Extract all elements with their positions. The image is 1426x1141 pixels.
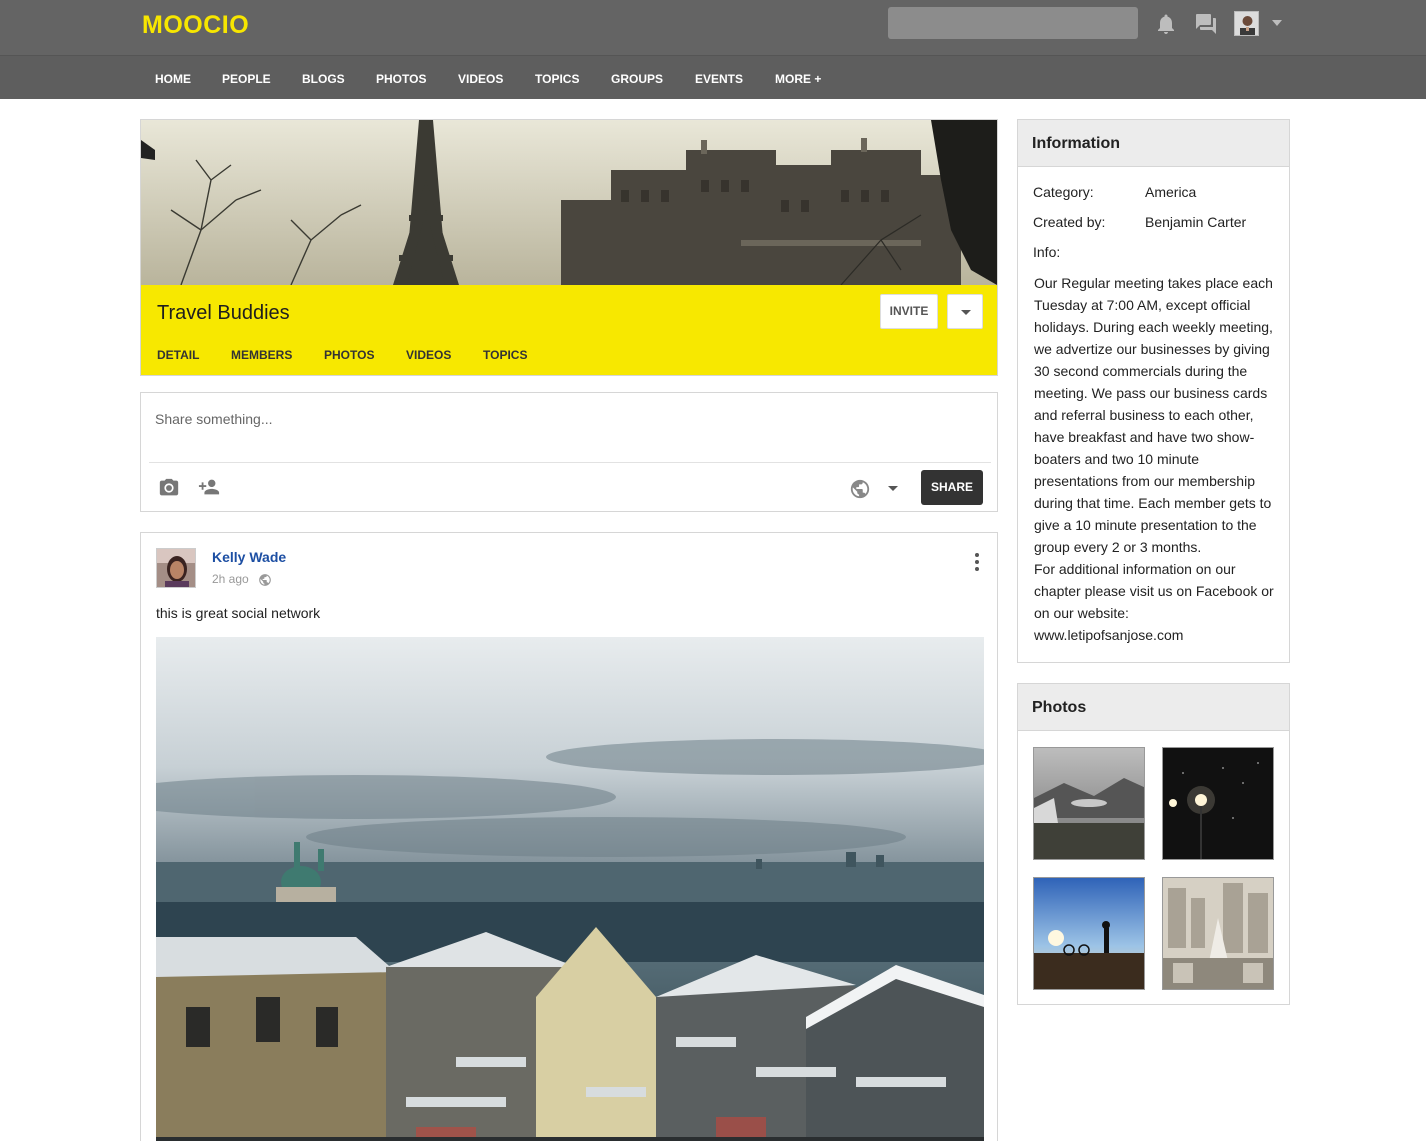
nav-item-more[interactable]: MORE + [775, 72, 821, 86]
nav-item-people[interactable]: PEOPLE [222, 72, 271, 86]
nav-item-topics[interactable]: TOPICS [535, 72, 579, 86]
search-input[interactable] [888, 7, 1138, 39]
more-vertical-icon[interactable] [969, 551, 985, 573]
post-text: this is great social network [156, 605, 321, 621]
group-title-bar: Travel Buddies INVITE DETAIL MEMBERS PHO… [141, 285, 997, 375]
nav-item-groups[interactable]: GROUPS [611, 72, 663, 86]
tab-videos[interactable]: VIDEOS [406, 348, 451, 362]
share-box: SHARE [140, 392, 998, 512]
photos-panel: Photos [1017, 683, 1290, 1005]
tab-topics[interactable]: TOPICS [483, 348, 527, 362]
created-by-value[interactable]: Benjamin Carter [1145, 214, 1246, 230]
bell-icon[interactable] [1154, 12, 1178, 36]
camera-icon[interactable] [157, 477, 181, 499]
post-author[interactable]: Kelly Wade [212, 549, 286, 565]
add-person-icon[interactable] [197, 476, 221, 498]
chevron-down-icon[interactable] [888, 486, 898, 491]
photo-thumb-beach[interactable] [1033, 877, 1145, 990]
share-input[interactable] [155, 407, 975, 431]
photos-header: Photos [1018, 684, 1289, 731]
group-header-card: Travel Buddies INVITE DETAIL MEMBERS PHO… [140, 119, 998, 376]
nav-item-videos[interactable]: VIDEOS [458, 72, 503, 86]
nav-item-photos[interactable]: PHOTOS [376, 72, 426, 86]
tab-photos[interactable]: PHOTOS [324, 348, 374, 362]
category-label: Category: [1033, 184, 1094, 200]
category-value[interactable]: America [1145, 184, 1196, 200]
photos-title: Photos [1032, 699, 1087, 716]
tab-members[interactable]: MEMBERS [231, 348, 292, 362]
site-logo[interactable]: MOOCIO [142, 11, 249, 40]
chat-icon[interactable] [1194, 12, 1218, 36]
info-label: Info: [1033, 244, 1061, 260]
group-options-button[interactable] [947, 294, 983, 329]
nav-item-events[interactable]: EVENTS [695, 72, 743, 86]
information-header: Information [1018, 120, 1289, 167]
chevron-down-icon [961, 310, 971, 315]
share-button[interactable]: SHARE [921, 470, 983, 505]
tab-detail[interactable]: DETAIL [157, 348, 199, 362]
information-title: Information [1032, 135, 1120, 152]
globe-icon[interactable] [849, 478, 871, 500]
share-divider [149, 462, 991, 463]
photo-thumb-city[interactable] [1162, 877, 1274, 990]
chevron-down-icon[interactable] [1272, 20, 1282, 26]
post-photo[interactable] [156, 637, 984, 1141]
information-panel: Information Category: America Created by… [1017, 119, 1290, 663]
post-timestamp: 2h ago [212, 572, 249, 586]
globe-icon [259, 574, 271, 586]
group-title: Travel Buddies [157, 302, 290, 324]
post-card: Kelly Wade 2h ago this is great social n… [140, 532, 998, 1141]
avatar[interactable] [156, 548, 196, 588]
info-description: Our Regular meeting takes place each Tue… [1034, 275, 1274, 643]
nav-item-home[interactable]: HOME [155, 72, 191, 86]
created-by-label: Created by: [1033, 214, 1106, 230]
photo-thumb-mountain[interactable] [1033, 747, 1145, 860]
photo-thumb-night[interactable] [1162, 747, 1274, 860]
user-avatar[interactable] [1234, 11, 1259, 36]
group-cover-photo [141, 120, 997, 285]
invite-button[interactable]: INVITE [880, 294, 938, 329]
top-bar: MOOCIO [0, 0, 1426, 55]
nav-item-blogs[interactable]: BLOGS [302, 72, 345, 86]
main-nav: HOME PEOPLE BLOGS PHOTOS VIDEOS TOPICS G… [0, 55, 1426, 99]
